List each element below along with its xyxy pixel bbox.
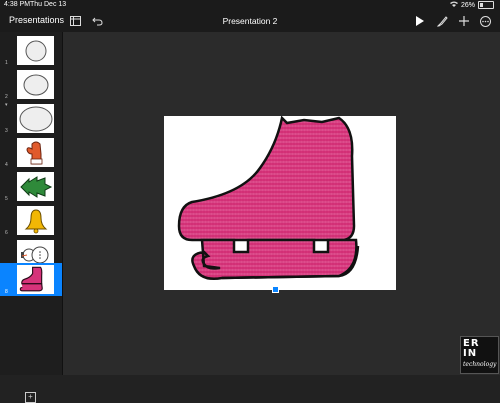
toolbar: Presentations Presentation 2: [0, 10, 500, 32]
battery-icon: [478, 1, 494, 9]
mitten-icon: [17, 138, 54, 167]
format-brush-icon[interactable]: [435, 14, 449, 28]
slide-number: 3: [5, 128, 8, 134]
slide-number: 1: [5, 60, 8, 66]
status-date: Thu Dec 13: [30, 1, 67, 8]
slide-thumbnail-1[interactable]: 1: [0, 34, 62, 67]
battery-percent: 26%: [460, 1, 475, 9]
status-bar: 4:38 PM Thu Dec 13 26%: [0, 0, 500, 10]
oval-outline-icon: [17, 36, 54, 65]
status-right: 26%: [449, 1, 494, 9]
christmas-tree-icon: [17, 172, 54, 201]
more-icon[interactable]: [478, 14, 492, 28]
logo-line-3: technology: [463, 361, 497, 368]
slide-thumbnail-4[interactable]: 4: [0, 136, 62, 169]
wifi-icon: [449, 1, 458, 9]
slide-number: 8: [5, 289, 8, 295]
slide-thumbnail-5[interactable]: 5: [0, 170, 62, 203]
slide-number: 6: [5, 230, 8, 236]
slide-number: 5: [5, 196, 8, 202]
play-icon[interactable]: [412, 14, 426, 28]
presentations-button[interactable]: Presentations: [9, 15, 64, 25]
slide-number: 2: [5, 94, 8, 100]
ice-skate-image[interactable]: [164, 115, 396, 290]
erin-technology-logo: ER IN technology: [460, 336, 499, 374]
undo-icon[interactable]: [90, 14, 104, 28]
slide-thumbnail-8[interactable]: 8: [0, 263, 62, 296]
slide-navigator: 1 2 ▾ 3 4 5 6 7: [0, 32, 63, 403]
bell-icon: [17, 206, 54, 235]
status-time: 4:38 PM: [4, 1, 31, 8]
slide-thumbnail-3[interactable]: ▾ 3: [0, 102, 62, 135]
add-icon[interactable]: [457, 14, 471, 28]
oval-outline-icon: [17, 104, 54, 133]
resize-handle[interactable]: [272, 286, 279, 293]
logo-line-2: IN: [463, 348, 478, 359]
add-slide-button[interactable]: +: [25, 392, 36, 403]
slide-thumbnail-2[interactable]: 2: [0, 68, 62, 101]
collapse-marker-icon: ▾: [5, 102, 8, 108]
slide-8-editor[interactable]: [164, 115, 396, 290]
slide-thumbnail-6[interactable]: 6: [0, 204, 62, 237]
ice-skate-icon: [17, 265, 54, 294]
slide-number: 4: [5, 162, 8, 168]
slide-navigator-icon[interactable]: [68, 14, 82, 28]
oval-outline-icon: [17, 70, 54, 99]
